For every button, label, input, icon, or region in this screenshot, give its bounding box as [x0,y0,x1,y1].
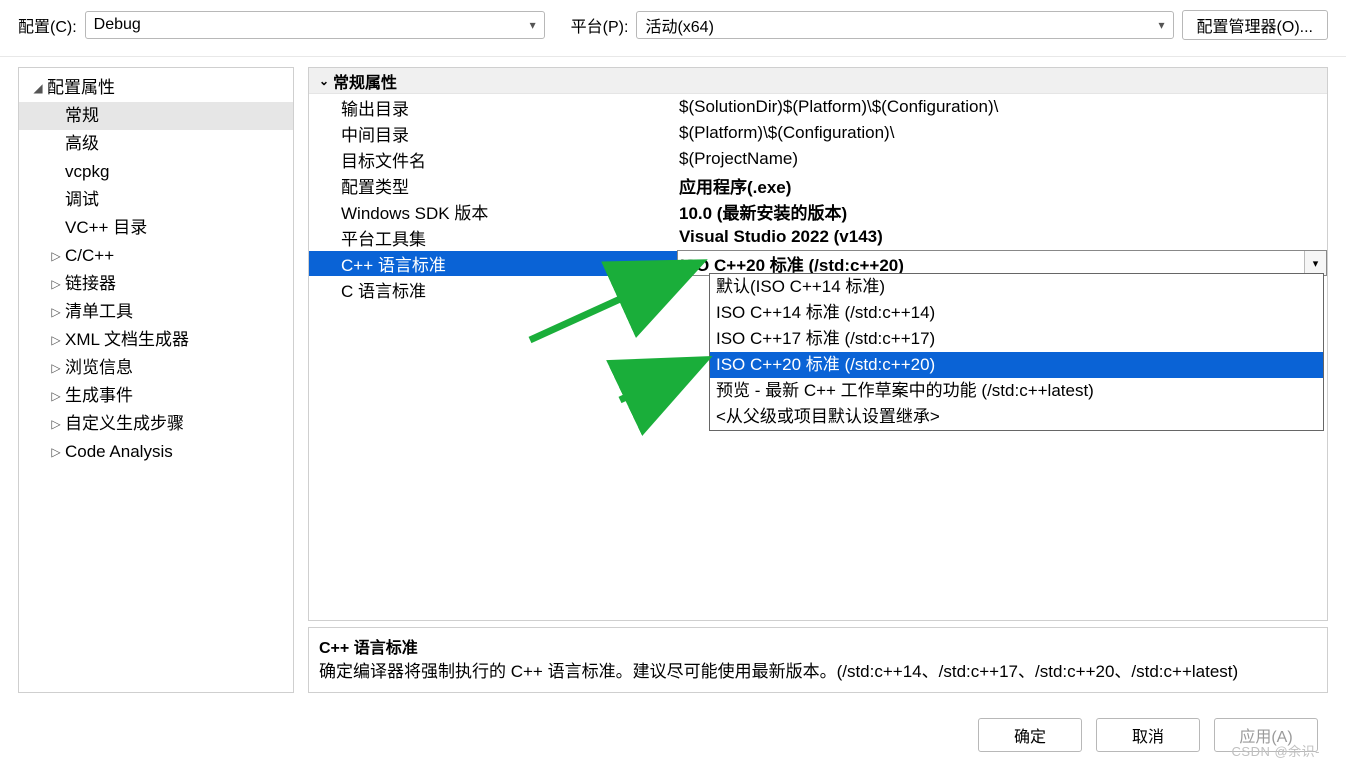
sidebar-item-label: 自定义生成步骤 [65,411,184,437]
chevron-down-icon[interactable]: ▾ [1304,251,1326,275]
cancel-label: 取消 [1132,723,1164,747]
sidebar-item-label: XML 文档生成器 [65,327,189,353]
description-pane: C++ 语言标准 确定编译器将强制执行的 C++ 语言标准。建议尽可能使用最新版… [308,627,1328,693]
sidebar-item-label: vcpkg [65,159,109,185]
chevron-down-icon: ▾ [530,18,536,32]
ok-label: 确定 [1014,723,1046,747]
description-body: 确定编译器将强制执行的 C++ 语言标准。建议尽可能使用最新版本。(/std:c… [319,660,1317,684]
caret-right-icon: ▷ [47,299,65,325]
sidebar-item-label: 浏览信息 [65,355,133,381]
sidebar-item-label: Code Analysis [65,439,173,465]
property-value: $(ProjectName) [677,149,1327,169]
sidebar-item-label: 常规 [65,103,99,129]
caret-right-icon: ▷ [47,355,65,381]
caret-right-icon: ▷ [47,439,65,465]
sidebar-item-label: 清单工具 [65,299,133,325]
platform-value: 活动(x64) [645,13,713,37]
dropdown-option[interactable]: 默认(ISO C++14 标准) [710,274,1323,300]
config-value: Debug [94,16,141,34]
dropdown-option[interactable]: ISO C++14 标准 (/std:c++14) [710,300,1323,326]
watermark: CSDN @余识- [1232,741,1320,760]
platform-label: 平台(P): [571,13,629,37]
sidebar-item[interactable]: ▷XML 文档生成器 [19,326,293,354]
caret-right-icon: ▷ [47,327,65,353]
sidebar-item-label: 链接器 [65,271,116,297]
property-value: 10.0 (最新安装的版本) [677,199,1327,224]
property-name: 目标文件名 [309,147,677,172]
description-title: C++ 语言标准 [319,634,1317,658]
caret-right-icon: ▷ [47,271,65,297]
sidebar-item[interactable]: vcpkg [19,158,293,186]
sidebar-item[interactable]: ▷清单工具 [19,298,293,326]
sidebar-item[interactable]: 调试 [19,186,293,214]
dropdown-option[interactable]: <从父级或项目默认设置继承> [710,404,1323,430]
sidebar-item[interactable]: 高级 [19,130,293,158]
property-row[interactable]: 目标文件名$(ProjectName) [309,146,1327,172]
property-name: C 语言标准 [309,277,677,302]
property-value: $(SolutionDir)$(Platform)\$(Configuratio… [677,97,1327,117]
property-name: 中间目录 [309,121,677,146]
property-group-header[interactable]: ⌄ 常规属性 [309,68,1327,94]
property-row[interactable]: Windows SDK 版本10.0 (最新安装的版本) [309,198,1327,224]
sidebar-item[interactable]: ▷C/C++ [19,242,293,270]
sidebar-item-label: 生成事件 [65,383,133,409]
property-value: 应用程序(.exe) [677,173,1327,198]
sidebar-item[interactable]: VC++ 目录 [19,214,293,242]
ok-button[interactable]: 确定 [978,718,1082,752]
sidebar-item[interactable]: ▷生成事件 [19,382,293,410]
property-value: Visual Studio 2022 (v143) [677,227,1327,247]
sidebar-item-label: C/C++ [65,243,114,269]
platform-select[interactable]: 活动(x64) ▾ [636,11,1173,39]
caret-right-icon: ▷ [47,383,65,409]
chevron-down-icon: ▾ [1159,18,1165,32]
sidebar-tree[interactable]: ◢ 配置属性 常规高级vcpkg调试VC++ 目录▷C/C++▷链接器▷清单工具… [18,67,294,693]
tree-root-config-properties[interactable]: ◢ 配置属性 [19,74,293,102]
dropdown-option[interactable]: 预览 - 最新 C++ 工作草案中的功能 (/std:c++latest) [710,378,1323,404]
property-name: C++ 语言标准 [309,251,677,276]
property-name: Windows SDK 版本 [309,199,677,224]
cpp-standard-dropdown[interactable]: 默认(ISO C++14 标准)ISO C++14 标准 (/std:c++14… [709,273,1324,431]
caret-right-icon: ▷ [47,411,65,437]
config-manager-label: 配置管理器(O)... [1197,13,1313,37]
property-grid[interactable]: ⌄ 常规属性 输出目录$(SolutionDir)$(Platform)\$(C… [308,67,1328,621]
sidebar-item[interactable]: ▷浏览信息 [19,354,293,382]
config-select[interactable]: Debug ▾ [85,11,545,39]
property-row[interactable]: 平台工具集Visual Studio 2022 (v143) [309,224,1327,250]
property-name: 平台工具集 [309,225,677,250]
property-group-title: 常规属性 [333,69,397,93]
caret-down-icon: ◢ [29,75,47,101]
property-value: $(Platform)\$(Configuration)\ [677,123,1327,143]
property-name: 配置类型 [309,173,677,198]
property-row[interactable]: 配置类型应用程序(.exe) [309,172,1327,198]
config-manager-button[interactable]: 配置管理器(O)... [1182,10,1328,40]
property-value: ISO C++20 标准 (/std:c++20) [678,251,1304,276]
sidebar-item[interactable]: ▷Code Analysis [19,438,293,466]
sidebar-item[interactable]: 常规 [19,102,293,130]
sidebar-item-label: 高级 [65,131,99,157]
caret-down-icon: ⌄ [315,74,333,88]
config-label: 配置(C): [18,13,77,37]
property-row[interactable]: 输出目录$(SolutionDir)$(Platform)\$(Configur… [309,94,1327,120]
property-row[interactable]: 中间目录$(Platform)\$(Configuration)\ [309,120,1327,146]
toolbar: 配置(C): Debug ▾ 平台(P): 活动(x64) ▾ 配置管理器(O)… [0,0,1346,57]
dropdown-option[interactable]: ISO C++20 标准 (/std:c++20) [710,352,1323,378]
cancel-button[interactable]: 取消 [1096,718,1200,752]
sidebar-item-label: VC++ 目录 [65,215,147,241]
caret-right-icon: ▷ [47,243,65,269]
sidebar-item[interactable]: ▷链接器 [19,270,293,298]
property-name: 输出目录 [309,95,677,120]
sidebar-item[interactable]: ▷自定义生成步骤 [19,410,293,438]
dropdown-option[interactable]: ISO C++17 标准 (/std:c++17) [710,326,1323,352]
sidebar-item-label: 调试 [65,187,99,213]
tree-root-label: 配置属性 [47,75,115,101]
